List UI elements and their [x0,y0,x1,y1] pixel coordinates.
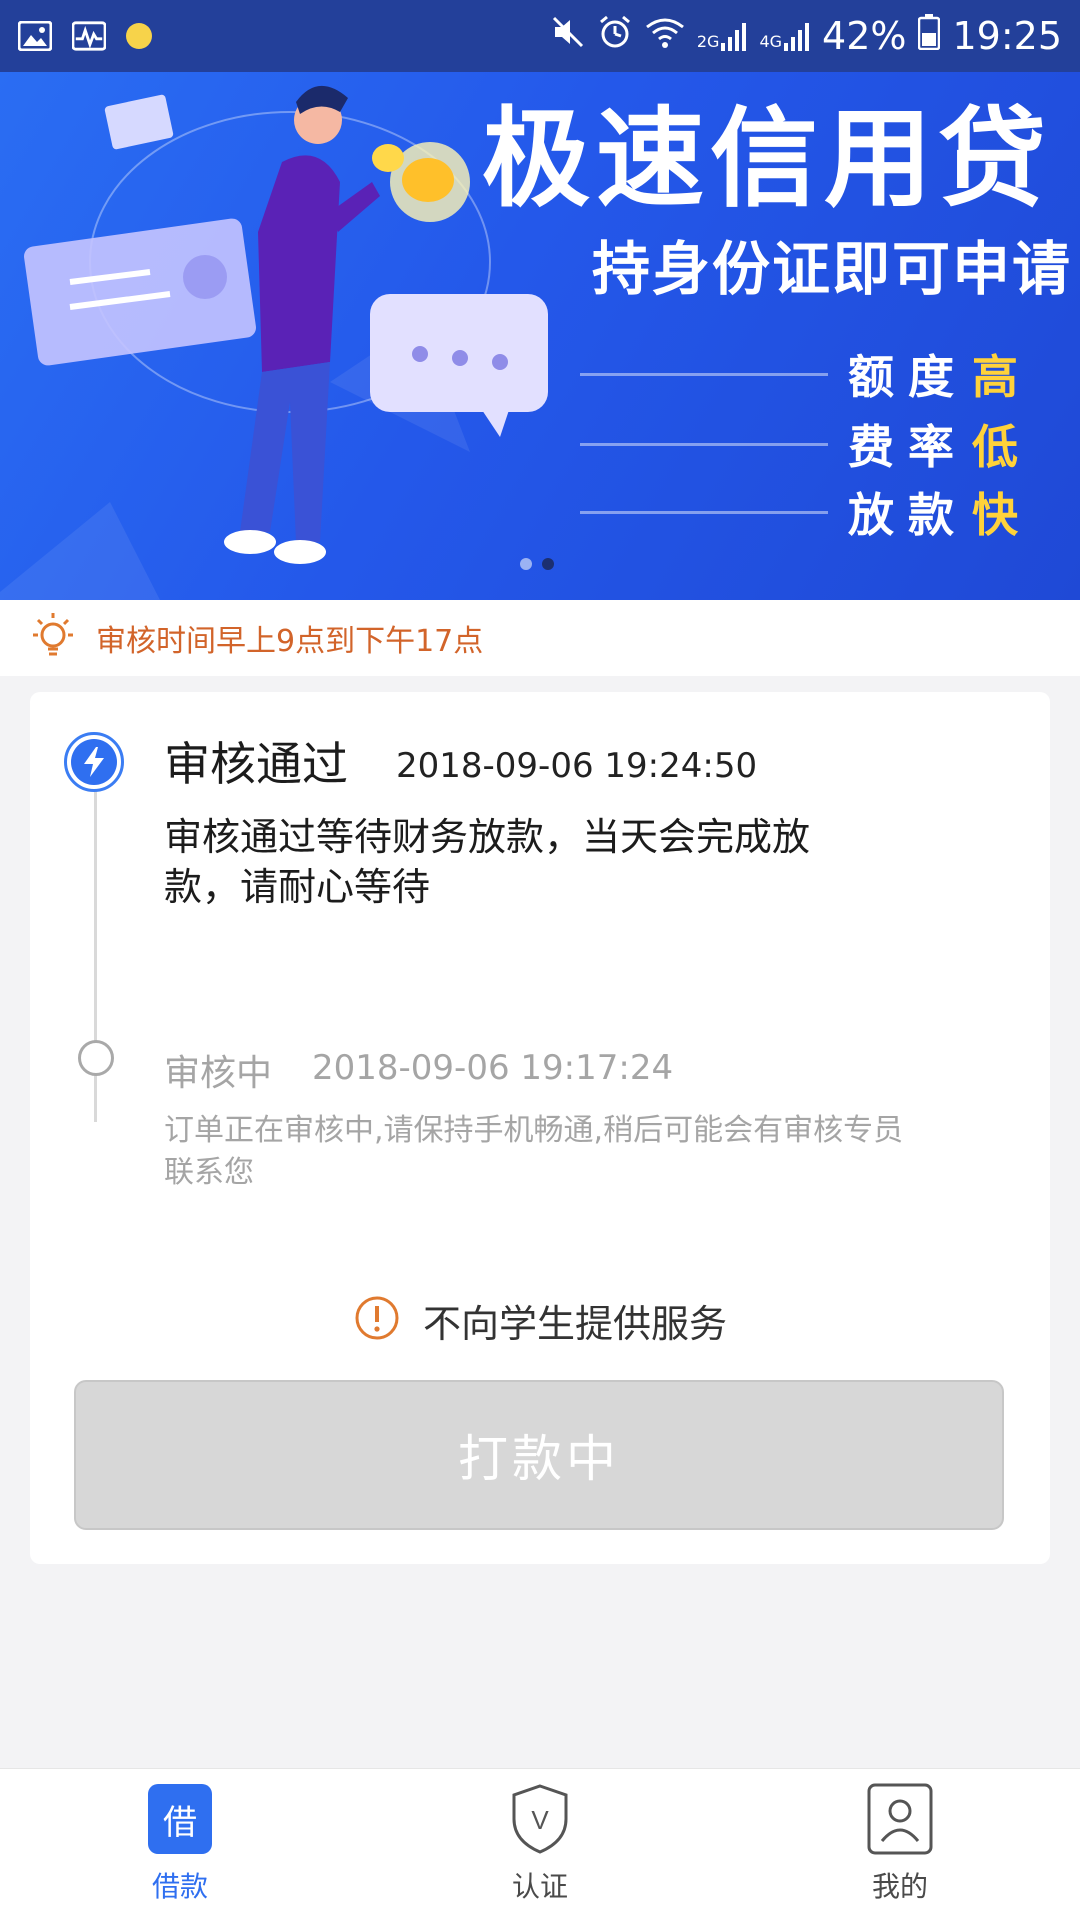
banner-feature: 放款 快 [580,482,1040,542]
status-bar-left [18,21,152,51]
nav-item-borrow[interactable]: 借 借款 [0,1769,360,1920]
bottom-nav: 借 借款 V 认证 我的 [0,1768,1080,1920]
activity-icon [72,21,106,51]
feature-label: 费率 [848,420,968,474]
lightbulb-icon [28,611,78,665]
nav-label-verify: 认证 [511,1870,568,1903]
step-title-reviewing: 审核中 [164,1053,273,1094]
banner-title: 极速信用贷 [481,97,1052,222]
signal-4g: 4G [759,21,810,51]
feature-label: 放款 [848,488,968,542]
step-desc-approved: 审核通过等待财务放款，当天会完成放款，请耐心等待 [164,815,811,909]
step-time-reviewing: 2018-09-06 19:17:24 [312,1048,674,1088]
nav-label-mine: 我的 [871,1870,928,1903]
banner-subtitle: 持身份证即可申请 [591,235,1072,303]
review-hours-notice: 审核时间早上9点到下午17点 [0,600,1080,676]
clock: 19:25 [952,14,1062,58]
banner-pager [520,558,554,570]
pager-dot-active[interactable] [542,558,554,570]
feature-label: 额度 [848,350,968,404]
notice-text: 审核时间早上9点到下午17点 [96,624,484,659]
promo-banner[interactable]: 极速信用贷 持身份证即可申请 额度 高 费率 低 放款 快 [0,72,1080,600]
pager-dot[interactable] [520,558,532,570]
order-status-card: 审核通过 2018-09-06 19:24:50 审核通过等待财务放款，当天会完… [30,692,1050,1564]
feature-divider [580,510,828,514]
step-title-approved: 审核通过 [164,737,348,791]
warning-text: 不向学生提供服务 [422,1301,727,1346]
paying-button[interactable]: 打款中 [74,1380,1004,1530]
banner-feature: 额度 高 [580,344,1040,404]
alarm-icon [597,14,633,59]
signal-2g: 2G [697,21,748,51]
nav-item-verify[interactable]: V 认证 [360,1769,720,1920]
feature-divider [580,442,828,446]
step-desc-reviewing: 订单正在审核中,请保持手机畅通,稍后可能会有审核专员联系您 [164,1113,904,1190]
shield-letter: V [531,1805,549,1835]
paying-button-label: 打款中 [458,1430,620,1488]
feature-accent: 低 [972,420,1018,474]
notification-dot [126,23,152,49]
banner-feature: 费率 低 [580,414,1040,474]
wifi-icon [645,14,685,58]
battery-icon [918,13,941,59]
warning-circle-icon [353,1294,401,1346]
battery-percent: 42% [822,14,907,58]
feature-divider [580,372,828,376]
nav-label-borrow: 借款 [151,1870,208,1903]
nav-item-mine[interactable]: 我的 [720,1769,1080,1920]
shield-icon: V [506,1783,574,1855]
feature-accent: 高 [972,350,1018,404]
step-time-approved: 2018-09-06 19:24:50 [396,746,758,786]
borrow-icon: 借 [146,1783,214,1855]
lightning-icon [64,732,124,792]
pending-circle-icon [78,1040,114,1076]
status-bar-right: 2G 4G 42% 19:25 [551,13,1062,59]
mute-icon [551,14,585,58]
student-warning: 不向学生提供服务 [30,1290,1050,1350]
feature-accent: 快 [972,488,1018,542]
status-bar: 2G 4G 42% 19:25 [0,0,1080,72]
user-icon [866,1783,934,1855]
gallery-icon [18,21,52,51]
